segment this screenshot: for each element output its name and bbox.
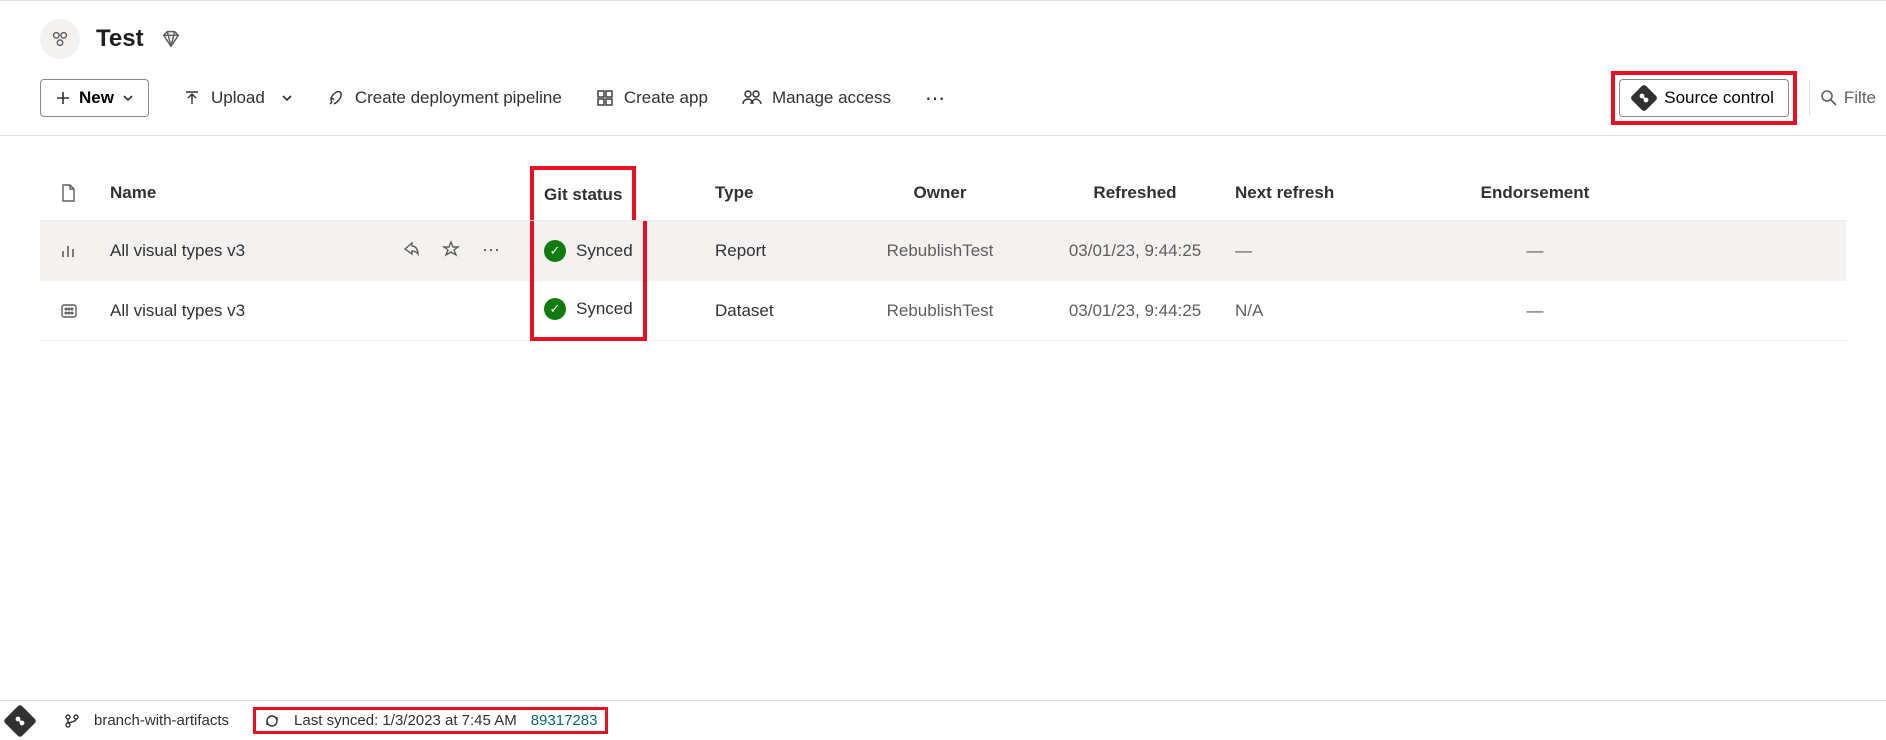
favorite-star-icon[interactable] [442,240,460,261]
upload-label: Upload [211,88,265,108]
header-icon-col [40,183,110,203]
item-next-refresh: N/A [1235,281,1435,340]
row-actions: ⋯ [402,240,500,261]
git-status-value: Synced [576,241,633,261]
content-table: Name Git status Type Owner Refreshed Nex… [0,166,1886,341]
chevron-down-icon [281,92,293,104]
report-icon [40,221,110,280]
workspace-header: Test [0,1,1886,71]
git-icon [8,709,32,733]
toolbar: New Upload Create deployment pipeline Cr… [0,71,1886,136]
header-refreshed[interactable]: Refreshed [1035,183,1235,203]
header-endorsement[interactable]: Endorsement [1435,183,1635,203]
source-control-label: Source control [1664,88,1774,108]
header-name[interactable]: Name [110,183,530,203]
item-refreshed: 03/01/23, 9:44:25 [1035,221,1235,280]
row-more-icon[interactable]: ⋯ [482,240,500,261]
table-row[interactable]: All visual types v3 ⋯ ✓ Synced Report Re… [40,221,1846,281]
item-owner: RebublishTest [845,221,1035,280]
upload-button[interactable]: Upload [183,88,293,108]
upload-icon [183,89,201,107]
filter-placeholder: Filte [1844,88,1876,108]
source-control-highlight: Source control [1611,71,1797,125]
workspace-title: Test [96,25,144,53]
git-status-value: Synced [576,299,633,319]
app-icon [596,89,614,107]
premium-diamond-icon [160,28,182,50]
create-pipeline-button[interactable]: Create deployment pipeline [327,88,562,108]
synced-check-icon: ✓ [544,298,566,320]
create-app-button[interactable]: Create app [596,88,708,108]
table-header-row: Name Git status Type Owner Refreshed Nex… [40,166,1846,221]
item-endorsement: — [1435,281,1635,340]
search-icon [1820,89,1838,107]
header-next-refresh[interactable]: Next refresh [1235,183,1435,203]
new-button-label: New [79,88,114,108]
header-owner[interactable]: Owner [845,183,1035,203]
more-options-button[interactable]: ⋯ [925,86,947,111]
dataset-icon [40,281,110,340]
pipeline-label: Create deployment pipeline [355,88,562,108]
table-row[interactable]: All visual types v3 ✓ Synced Dataset Reb… [40,281,1846,341]
item-next-refresh: — [1235,221,1435,280]
workspace-icon [40,19,80,59]
item-type: Dataset [675,281,845,340]
branch-icon [64,713,80,729]
create-app-label: Create app [624,88,708,108]
chevron-down-icon [122,92,134,104]
item-endorsement: — [1435,221,1635,280]
item-refreshed: 03/01/23, 9:44:25 [1035,281,1235,340]
last-synced-text: Last synced: 1/3/2023 at 7:45 AM [294,712,517,729]
plus-icon [55,90,71,106]
item-name: All visual types v3 [110,301,245,321]
share-icon[interactable] [402,240,420,261]
item-owner: RebublishTest [845,281,1035,340]
commit-id[interactable]: 89317283 [531,712,598,729]
status-bar: branch-with-artifacts Last synced: 1/3/2… [0,700,1886,740]
manage-access-label: Manage access [772,88,891,108]
item-type: Report [675,221,845,280]
branch-name[interactable]: branch-with-artifacts [94,712,229,729]
rocket-icon [327,89,345,107]
synced-check-icon: ✓ [544,240,566,262]
sync-status-highlight: Last synced: 1/3/2023 at 7:45 AM 8931728… [253,707,608,734]
people-icon [742,89,762,107]
header-git-status[interactable]: Git status [530,166,636,220]
manage-access-button[interactable]: Manage access [742,88,891,108]
item-name: All visual types v3 [110,241,245,261]
new-button[interactable]: New [40,79,149,117]
filter-input[interactable]: Filte [1809,80,1886,116]
header-type[interactable]: Type [675,183,845,203]
git-icon [1634,88,1654,108]
source-control-button[interactable]: Source control [1619,79,1789,117]
sync-refresh-icon[interactable] [264,713,280,729]
